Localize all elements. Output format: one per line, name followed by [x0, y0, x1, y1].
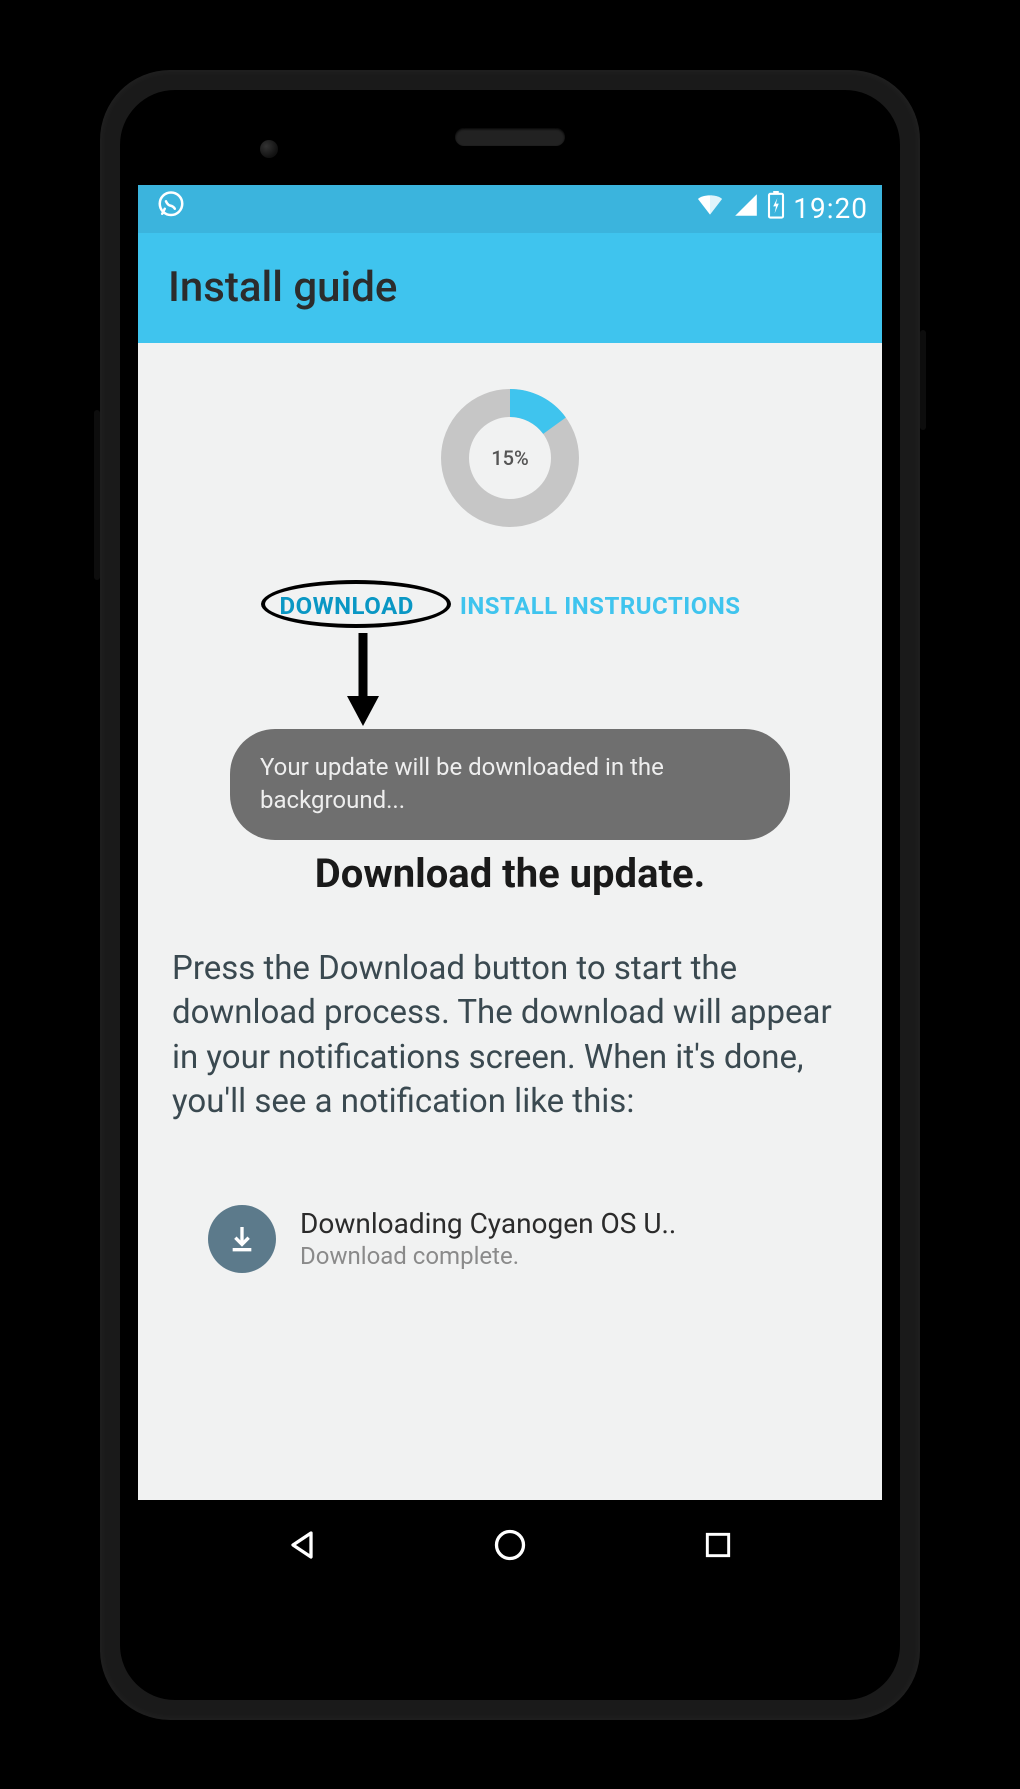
navigation-bar — [138, 1500, 882, 1590]
home-button[interactable] — [480, 1515, 540, 1575]
section-headline: Download the update. — [315, 850, 705, 897]
status-bar: 19:20 — [138, 185, 882, 233]
volume-rocker — [94, 410, 100, 580]
notification-subtitle: Download complete. — [300, 1242, 676, 1270]
app-bar: Install guide — [138, 233, 882, 343]
phone-bottom-bezel — [120, 1590, 900, 1700]
tab-row: DOWNLOAD INSTALL INSTRUCTIONS — [271, 588, 748, 624]
notification-title: Downloading Cyanogen OS U.. — [300, 1207, 676, 1240]
progress-percent-label: 15% — [491, 446, 528, 470]
phone-frame: 19:20 Install guide 15% — [100, 70, 920, 1720]
wifi-icon — [695, 193, 725, 224]
download-icon — [208, 1205, 276, 1273]
battery-charging-icon — [767, 191, 785, 226]
cellular-signal-icon — [733, 193, 759, 224]
notification-example: Downloading Cyanogen OS U.. Download com… — [208, 1205, 676, 1273]
toast-message: Your update will be downloaded in the ba… — [230, 729, 790, 840]
tab-download[interactable]: DOWNLOAD — [271, 588, 421, 624]
front-camera — [260, 140, 278, 158]
recents-button[interactable] — [688, 1515, 748, 1575]
tab-install-instructions[interactable]: INSTALL INSTRUCTIONS — [452, 588, 749, 624]
instruction-text: Press the Download button to start the d… — [168, 947, 852, 1125]
earpiece-speaker — [455, 128, 565, 146]
screen: 19:20 Install guide 15% — [138, 185, 882, 1500]
status-bar-clock: 19:20 — [793, 192, 868, 225]
content-area: 15% DOWNLOAD INSTALL INSTRUCTIONS Your u… — [138, 343, 882, 1500]
annotation-arrow-icon — [343, 628, 383, 728]
phone-bezel: 19:20 Install guide 15% — [120, 90, 900, 1700]
power-button — [920, 330, 926, 430]
page-title: Install guide — [168, 263, 397, 312]
back-button[interactable] — [272, 1515, 332, 1575]
whatsapp-notification-icon — [156, 190, 186, 227]
download-progress-ring: 15% — [435, 383, 585, 533]
phone-top-bezel — [120, 90, 900, 185]
